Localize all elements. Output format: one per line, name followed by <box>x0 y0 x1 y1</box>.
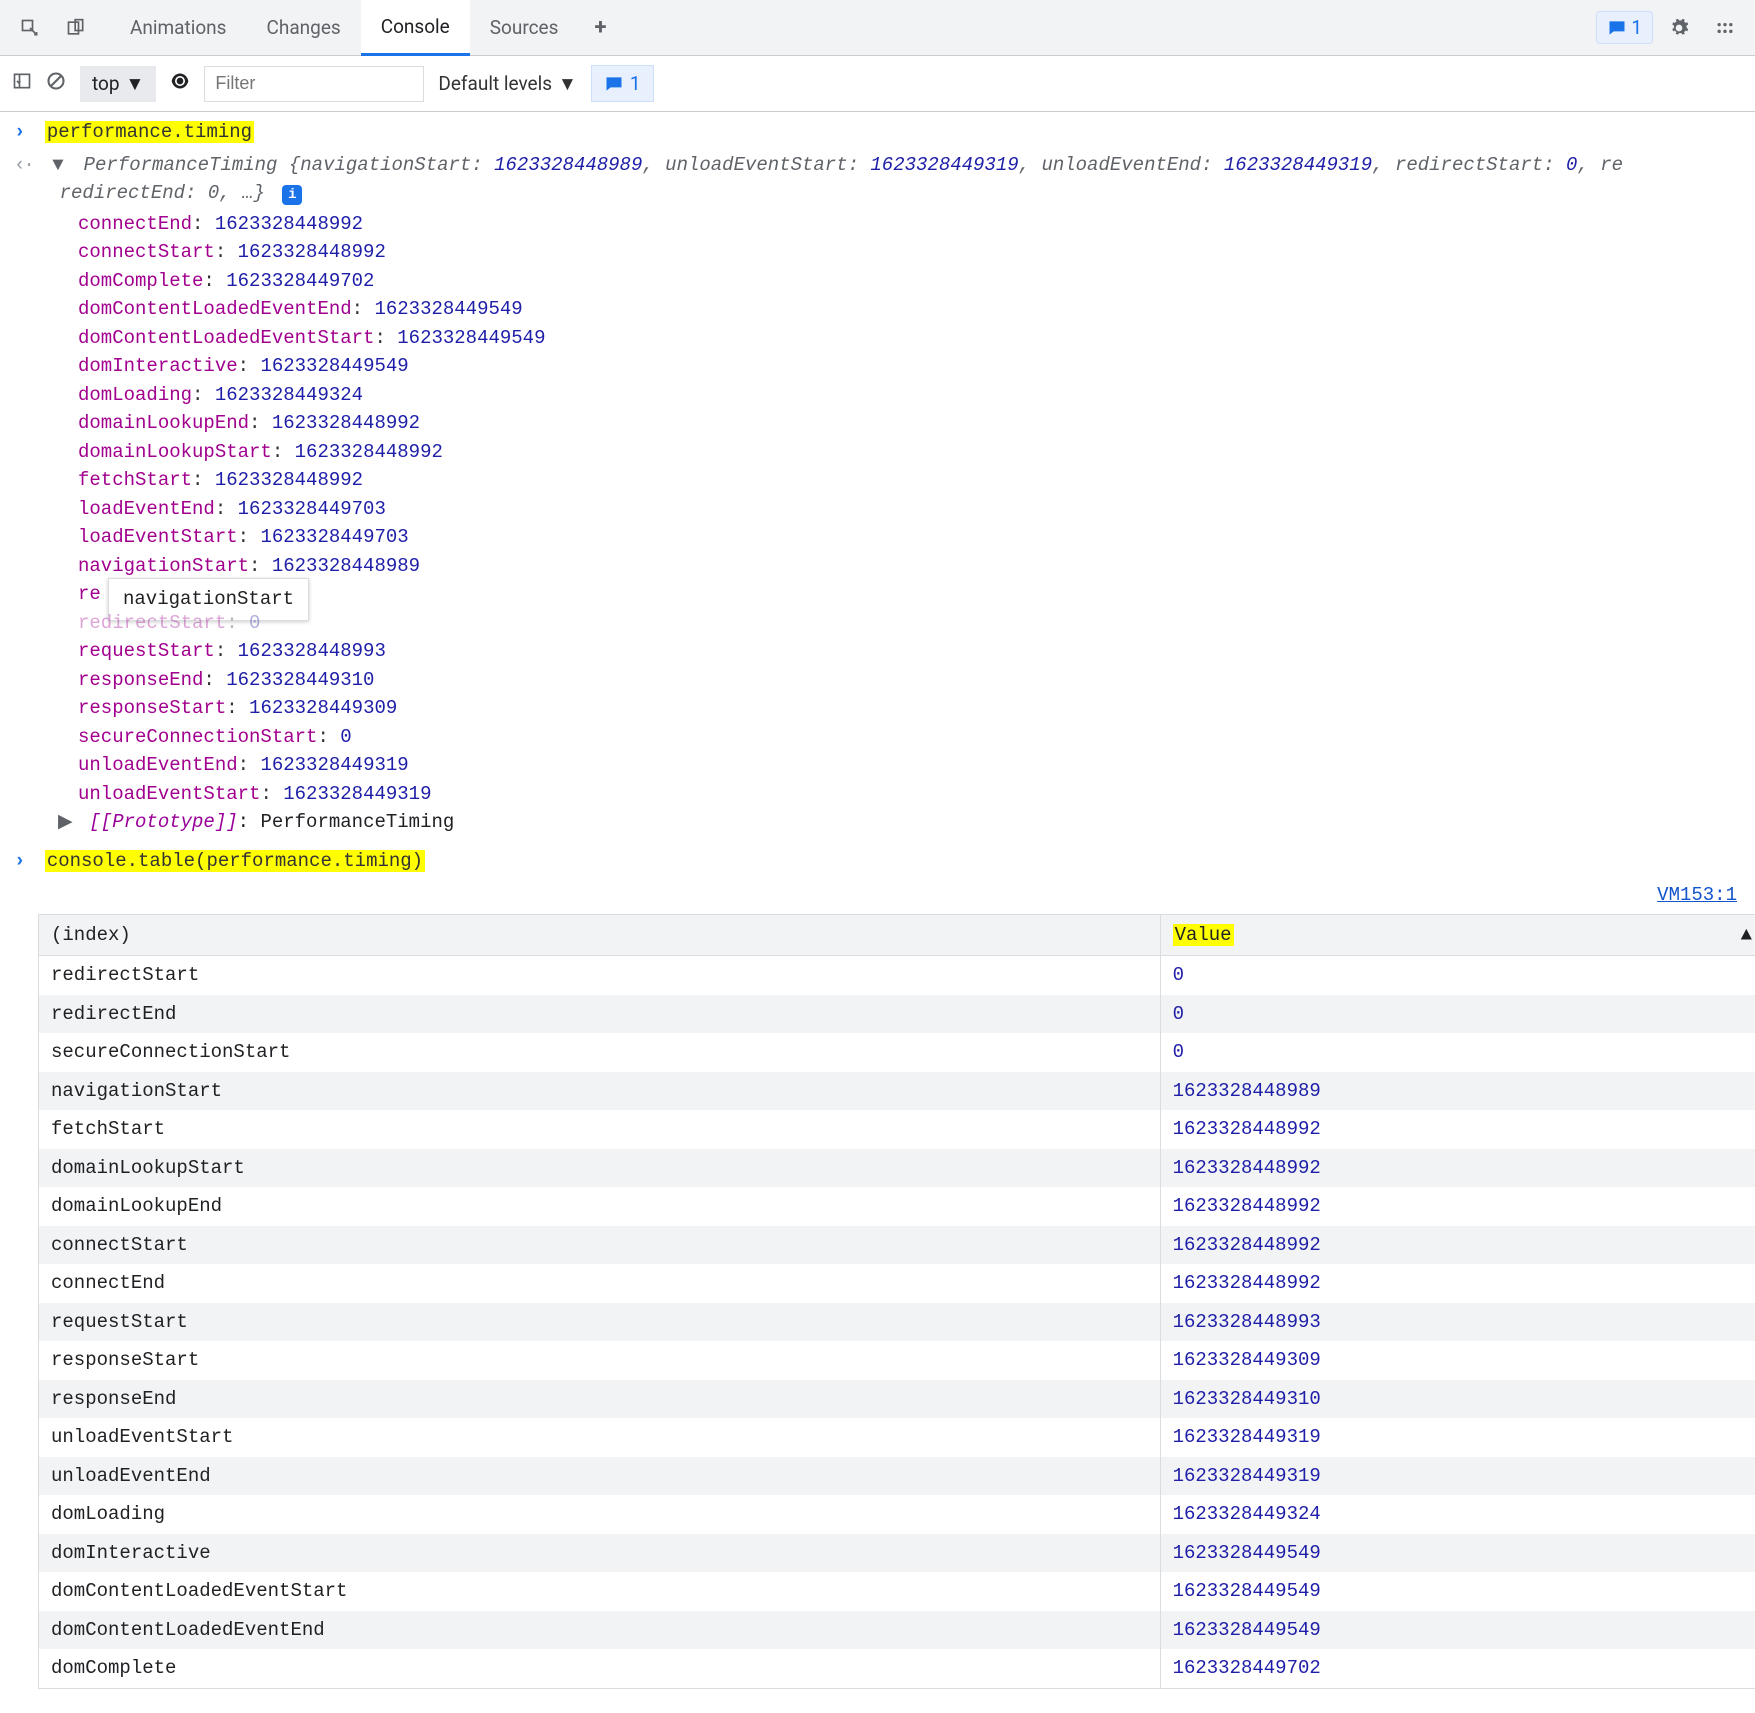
device-toolbar-icon[interactable] <box>56 10 96 46</box>
table-header-value[interactable]: Value▲ <box>1160 914 1755 956</box>
object-property[interactable]: connectEnd: 1623328448992 <box>78 210 1755 239</box>
console-table: (index) Value▲ redirectStart0redirectEnd… <box>38 914 1755 1689</box>
tab-sources[interactable]: Sources <box>470 0 579 55</box>
object-property[interactable]: domainLookupStart: 1623328448992 <box>78 438 1755 467</box>
chevron-right-icon[interactable]: ▶ <box>58 808 72 837</box>
log-levels-selector[interactable]: Default levels ▼ <box>438 72 576 96</box>
sort-asc-icon: ▲ <box>1741 921 1752 950</box>
console-toolbar: top ▼ Default levels ▼ 1 <box>0 56 1755 112</box>
object-property[interactable]: domInteractive: 1623328449549 <box>78 352 1755 381</box>
prototype-line[interactable]: ▶ [[Prototype]]: PerformanceTiming <box>58 808 1755 837</box>
issues-badge[interactable]: 1 <box>591 65 654 102</box>
object-tree: connectEnd: 1623328448992connectStart: 1… <box>78 210 1755 809</box>
table-row[interactable]: connectStart1623328448992 <box>39 1226 1755 1265</box>
object-property[interactable]: domContentLoadedEventStart: 162332844954… <box>78 324 1755 353</box>
source-link-text: VM153:1 <box>1657 884 1737 906</box>
console-output: performance.timing ▼ PerformanceTiming {… <box>0 112 1755 1707</box>
table-row[interactable]: fetchStart1623328448992 <box>39 1110 1755 1149</box>
object-property[interactable]: domContentLoadedEventEnd: 1623328449549 <box>78 295 1755 324</box>
console-sidebar-toggle-icon[interactable] <box>12 71 32 96</box>
chevron-down-icon[interactable]: ▼ <box>52 151 66 180</box>
table-row[interactable]: navigationStart1623328448989 <box>39 1072 1755 1111</box>
table-row[interactable]: domComplete1623328449702 <box>39 1649 1755 1688</box>
table-row[interactable]: requestStart1623328448993 <box>39 1303 1755 1342</box>
console-input-echo[interactable]: performance.timing <box>0 116 1755 149</box>
console-cmd-text: performance.timing <box>45 121 254 143</box>
object-property[interactable]: fetchStart: 1623328448992 <box>78 466 1755 495</box>
table-row[interactable]: secureConnectionStart0 <box>39 1033 1755 1072</box>
object-property[interactable]: navigationStart: 1623328448989 <box>78 552 1755 581</box>
chevron-down-icon: ▼ <box>126 72 145 96</box>
table-row[interactable]: domLoading1623328449324 <box>39 1495 1755 1534</box>
panel-tabs: AnimationsChangesConsoleSources <box>110 0 578 55</box>
object-property[interactable]: domComplete: 1623328449702 <box>78 267 1755 296</box>
context-selector[interactable]: top ▼ <box>80 66 156 102</box>
table-row[interactable]: domContentLoadedEventEnd1623328449549 <box>39 1611 1755 1650</box>
tab-console[interactable]: Console <box>361 0 470 56</box>
table-row[interactable]: connectEnd1623328448992 <box>39 1264 1755 1303</box>
object-property[interactable]: connectStart: 1623328448992 <box>78 238 1755 267</box>
table-row[interactable]: domainLookupStart1623328448992 <box>39 1149 1755 1188</box>
object-property[interactable]: unloadEventEnd: 1623328449319 <box>78 751 1755 780</box>
log-levels-label: Default levels <box>438 72 552 95</box>
object-property[interactable]: unloadEventStart: 1623328449319 <box>78 780 1755 809</box>
tab-changes[interactable]: Changes <box>246 0 360 55</box>
object-property[interactable]: renavigationStart <box>78 580 1755 609</box>
table-row[interactable]: unloadEventEnd1623328449319 <box>39 1457 1755 1496</box>
console-cmd-text: console.table(performance.timing) <box>45 850 425 872</box>
object-property[interactable]: redirectStart: 0 <box>78 609 1755 638</box>
table-row[interactable]: domainLookupEnd1623328448992 <box>39 1187 1755 1226</box>
settings-icon[interactable] <box>1659 10 1699 46</box>
table-header-index[interactable]: (index) <box>39 914 1161 956</box>
object-property[interactable]: secureConnectionStart: 0 <box>78 723 1755 752</box>
info-badge-icon[interactable]: i <box>282 185 302 205</box>
table-row[interactable]: redirectEnd0 <box>39 995 1755 1034</box>
object-property[interactable]: loadEventEnd: 1623328449703 <box>78 495 1755 524</box>
object-property[interactable]: responseEnd: 1623328449310 <box>78 666 1755 695</box>
table-row[interactable]: responseStart1623328449309 <box>39 1341 1755 1380</box>
object-property[interactable]: loadEventStart: 1623328449703 <box>78 523 1755 552</box>
context-label: top <box>92 72 120 95</box>
object-property[interactable]: domLoading: 1623328449324 <box>78 381 1755 410</box>
chevron-down-icon: ▼ <box>558 72 577 96</box>
console-input-echo[interactable]: console.table(performance.timing) <box>0 845 1755 878</box>
object-property[interactable]: responseStart: 1623328449309 <box>78 694 1755 723</box>
more-icon[interactable] <box>1705 10 1745 46</box>
table-row[interactable]: unloadEventStart1623328449319 <box>39 1418 1755 1457</box>
inspect-element-icon[interactable] <box>10 10 50 46</box>
tab-animations[interactable]: Animations <box>110 0 246 55</box>
object-preview: PerformanceTiming {navigationStart: 1623… <box>14 154 1623 205</box>
live-expression-icon[interactable] <box>170 71 190 96</box>
object-property[interactable]: domainLookupEnd: 1623328448992 <box>78 409 1755 438</box>
object-property[interactable]: requestStart: 1623328448993 <box>78 637 1755 666</box>
add-tab-icon[interactable]: + <box>584 7 616 48</box>
table-row[interactable]: domContentLoadedEventStart1623328449549 <box>39 1572 1755 1611</box>
messages-count: 1 <box>1631 16 1642 39</box>
table-row[interactable]: responseEnd1623328449310 <box>39 1380 1755 1419</box>
devtools-main-toolbar: AnimationsChangesConsoleSources + 1 <box>0 0 1755 56</box>
clear-console-icon[interactable] <box>46 71 66 96</box>
table-row[interactable]: domInteractive1623328449549 <box>39 1534 1755 1573</box>
console-output-line[interactable]: ▼ PerformanceTiming {navigationStart: 16… <box>0 149 1755 210</box>
messages-badge[interactable]: 1 <box>1596 11 1653 44</box>
filter-input[interactable] <box>204 66 424 102</box>
source-link[interactable]: VM153:1 <box>0 877 1755 914</box>
table-row[interactable]: redirectStart0 <box>39 956 1755 995</box>
issues-count: 1 <box>630 72 641 95</box>
